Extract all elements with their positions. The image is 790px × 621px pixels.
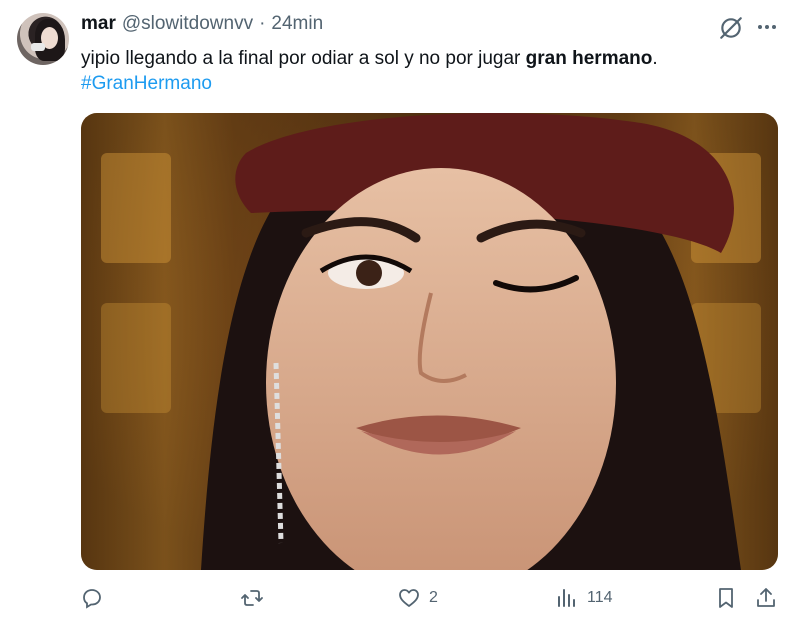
reply-button[interactable] xyxy=(80,586,112,610)
hashtag-link[interactable]: #GranHermano xyxy=(81,73,212,94)
share-icon xyxy=(757,588,775,607)
like-button[interactable]: 2 xyxy=(397,586,438,610)
grok-icon[interactable] xyxy=(718,15,744,41)
display-name[interactable]: mar xyxy=(81,13,116,35)
tweet-header: mar @slowitdownvv · 24min xyxy=(81,13,323,35)
like-count: 2 xyxy=(429,589,438,606)
tweet-text-bold: gran hermano xyxy=(525,48,653,69)
bookmark-button[interactable] xyxy=(714,586,738,610)
tweet-card[interactable]: mar @slowitdownvv · 24min yipio llegando… xyxy=(0,0,790,621)
avatar-cup xyxy=(31,43,45,51)
repost-button[interactable] xyxy=(240,586,272,610)
timestamp[interactable]: 24min xyxy=(271,13,323,35)
user-handle[interactable]: @slowitdownvv xyxy=(122,13,253,35)
bookmark-icon xyxy=(719,588,733,608)
avatar[interactable] xyxy=(17,13,69,65)
tweet-text-plain: yipio llegando a la final por odiar a so… xyxy=(81,48,526,69)
tweet-text-end: . xyxy=(652,48,658,69)
views-icon xyxy=(558,589,575,607)
media-image xyxy=(81,113,778,570)
like-icon xyxy=(399,589,419,607)
tweet-text: yipio llegando a la final por odiar a so… xyxy=(81,46,761,96)
repost-icon xyxy=(241,590,263,606)
more-icon[interactable] xyxy=(755,14,779,40)
views-count: 114 xyxy=(587,589,613,606)
tweet-media[interactable] xyxy=(81,113,778,570)
share-button[interactable] xyxy=(754,586,778,610)
header-separator: · xyxy=(259,13,266,34)
action-bar: 2 114 xyxy=(0,586,790,618)
reply-icon xyxy=(83,589,101,609)
views-button[interactable]: 114 xyxy=(555,586,613,610)
